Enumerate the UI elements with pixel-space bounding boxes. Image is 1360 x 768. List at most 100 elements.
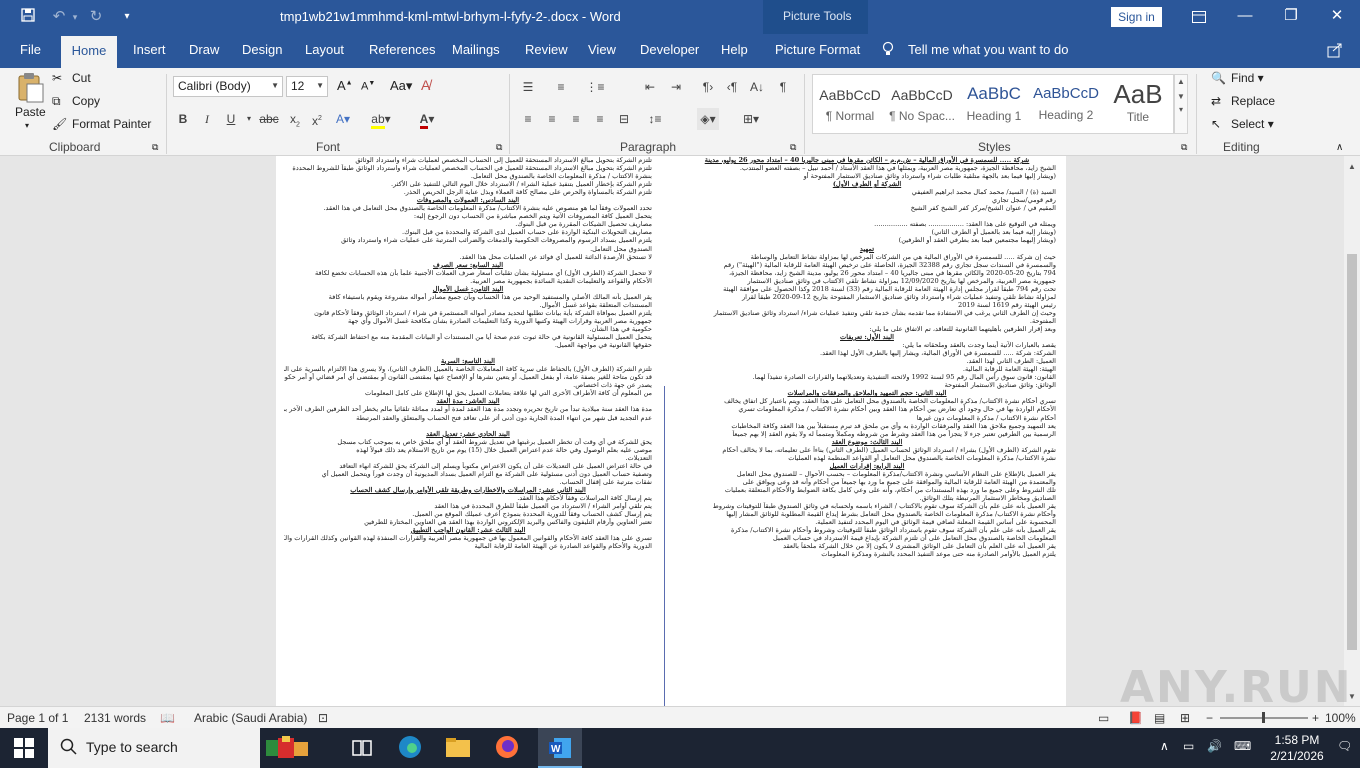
- distributed-icon[interactable]: ⊟: [613, 108, 635, 130]
- accessibility-icon[interactable]: ⊡: [318, 711, 328, 725]
- highlight-icon[interactable]: ab▾: [370, 108, 392, 130]
- rtl-direction-icon[interactable]: ‹¶: [721, 76, 743, 98]
- vertical-scrollbar[interactable]: ▲ ▼: [1344, 156, 1360, 706]
- zoom-out-icon[interactable]: −: [1206, 711, 1213, 725]
- style-normal[interactable]: AaBbCcD ¶ Normal: [815, 78, 885, 132]
- tray-chevron-icon[interactable]: ∧: [1160, 739, 1169, 753]
- collapse-ribbon-icon[interactable]: ∧: [1336, 142, 1343, 153]
- document-area[interactable]: تلتزم الشركة بتحويل مبالغ الاسترداد المس…: [0, 156, 1344, 706]
- style-no-spacing[interactable]: AaBbCcD ¶ No Spac...: [887, 78, 957, 132]
- justify-icon[interactable]: ≡: [589, 108, 611, 130]
- volume-icon[interactable]: 🔊: [1207, 739, 1222, 753]
- document-page[interactable]: تلتزم الشركة بتحويل مبالغ الاسترداد المس…: [276, 156, 1066, 706]
- tell-me-search[interactable]: Tell me what you want to do: [908, 42, 1068, 57]
- styles-launcher-icon[interactable]: ⧉: [1181, 142, 1187, 153]
- tab-review[interactable]: Review: [525, 42, 568, 57]
- copy-button[interactable]: ⧉ Copy: [52, 94, 100, 110]
- firefox-icon[interactable]: [494, 734, 522, 762]
- scroll-up-icon[interactable]: ▲: [1344, 160, 1360, 174]
- close-button[interactable]: ✕: [1314, 0, 1360, 34]
- zoom-slider-thumb[interactable]: [1262, 712, 1265, 723]
- save-icon[interactable]: [18, 7, 38, 27]
- tab-draw[interactable]: Draw: [189, 42, 219, 57]
- scroll-thumb[interactable]: [1347, 254, 1357, 650]
- align-right-icon[interactable]: ≡: [565, 108, 587, 130]
- paragraph-launcher-icon[interactable]: ⧉: [790, 142, 796, 153]
- text-effects-icon[interactable]: A▾: [332, 108, 354, 130]
- clock[interactable]: 1:58 PM 2/21/2026: [1264, 732, 1330, 764]
- decrease-indent-icon[interactable]: ⇤: [639, 76, 661, 98]
- style-heading-2[interactable]: AaBbCcD Heading 2: [1031, 78, 1101, 132]
- restore-button[interactable]: ❐: [1268, 0, 1314, 34]
- paste-dropdown-icon[interactable]: ▾: [25, 121, 29, 130]
- zoom-in-icon[interactable]: +: [1312, 711, 1319, 725]
- shading-icon[interactable]: ◈▾: [697, 108, 719, 130]
- customize-qat-icon[interactable]: ▾: [117, 7, 137, 27]
- select-button[interactable]: ↖ Select ▾: [1211, 117, 1274, 133]
- focus-mode-icon[interactable]: ▭: [1098, 711, 1109, 725]
- tab-layout[interactable]: Layout: [305, 42, 344, 57]
- web-layout-icon[interactable]: ⊞: [1180, 711, 1190, 725]
- font-color-icon[interactable]: A▾: [416, 108, 438, 130]
- sign-in-button[interactable]: Sign in: [1111, 7, 1162, 27]
- bullets-icon[interactable]: ☰: [517, 76, 539, 98]
- align-left-icon[interactable]: ≡: [517, 108, 539, 130]
- tab-developer[interactable]: Developer: [640, 42, 699, 57]
- font-launcher-icon[interactable]: ⧉: [496, 142, 502, 153]
- align-center-icon[interactable]: ≡: [541, 108, 563, 130]
- increase-indent-icon[interactable]: ⇥: [665, 76, 687, 98]
- word-taskbar-icon[interactable]: W: [538, 728, 582, 768]
- bold-icon[interactable]: B: [172, 108, 194, 130]
- tab-view[interactable]: View: [588, 42, 616, 57]
- numbering-icon[interactable]: ≡: [550, 76, 572, 98]
- notification-icon[interactable]: 🗨: [1337, 739, 1352, 753]
- file-explorer-icon[interactable]: [445, 734, 473, 762]
- tab-mailings[interactable]: Mailings: [452, 42, 500, 57]
- tab-design[interactable]: Design: [242, 42, 282, 57]
- print-layout-icon[interactable]: ▤: [1154, 711, 1165, 725]
- language-status[interactable]: Arabic (Saudi Arabia): [194, 711, 307, 725]
- style-title[interactable]: AaB Title: [1103, 78, 1173, 132]
- clear-formatting-icon[interactable]: A̸: [421, 77, 430, 93]
- search-highlight-icon[interactable]: [262, 734, 314, 762]
- font-size-select[interactable]: 12 ▼: [286, 76, 328, 97]
- underline-dropdown-icon[interactable]: ▾: [238, 108, 260, 130]
- italic-icon[interactable]: I: [196, 108, 218, 130]
- subscript-icon[interactable]: x2: [284, 108, 306, 130]
- cut-button[interactable]: ✂ Cut: [52, 71, 91, 87]
- share-icon[interactable]: [1327, 42, 1343, 58]
- style-heading-1[interactable]: AaBbC Heading 1: [959, 78, 1029, 132]
- change-case-icon[interactable]: Aa▾: [390, 78, 412, 94]
- page-count[interactable]: Page 1 of 1: [7, 711, 68, 725]
- styles-scroll[interactable]: ▲ ▼ ▾: [1174, 74, 1188, 134]
- windows-start-icon[interactable]: [10, 734, 38, 762]
- find-button[interactable]: 🔍 Find ▾: [1211, 71, 1264, 87]
- sort-icon[interactable]: A↓: [746, 76, 768, 98]
- task-view-icon[interactable]: [348, 734, 376, 762]
- undo-dropdown-icon[interactable]: ▾: [65, 7, 85, 27]
- shrink-font-icon[interactable]: A▼: [361, 80, 375, 93]
- paste-label[interactable]: Paste: [15, 105, 46, 119]
- network-icon[interactable]: ▭: [1183, 739, 1194, 753]
- read-mode-icon[interactable]: 📕: [1128, 711, 1143, 725]
- minimize-button[interactable]: —: [1222, 0, 1268, 34]
- ltr-direction-icon[interactable]: ¶›: [697, 76, 719, 98]
- grow-font-icon[interactable]: A▲: [337, 78, 353, 93]
- zoom-level[interactable]: 100%: [1325, 711, 1356, 725]
- tab-file[interactable]: File: [20, 42, 41, 57]
- paste-button[interactable]: [14, 72, 46, 107]
- tab-help[interactable]: Help: [721, 42, 748, 57]
- line-spacing-icon[interactable]: ↕≡: [644, 108, 666, 130]
- borders-icon[interactable]: ⊞▾: [740, 108, 762, 130]
- ribbon-display-options-icon[interactable]: [1176, 0, 1222, 34]
- tab-home[interactable]: Home: [61, 36, 117, 68]
- font-name-select[interactable]: Calibri (Body) ▼: [173, 76, 283, 97]
- tab-insert[interactable]: Insert: [133, 42, 166, 57]
- superscript-icon[interactable]: x2: [306, 108, 328, 130]
- show-formatting-icon[interactable]: ¶: [772, 76, 794, 98]
- tab-references[interactable]: References: [369, 42, 435, 57]
- edge-icon[interactable]: [397, 734, 425, 762]
- proofing-icon[interactable]: 📖: [160, 711, 175, 725]
- word-count[interactable]: 2131 words: [84, 711, 146, 725]
- strikethrough-icon[interactable]: abc: [258, 108, 280, 130]
